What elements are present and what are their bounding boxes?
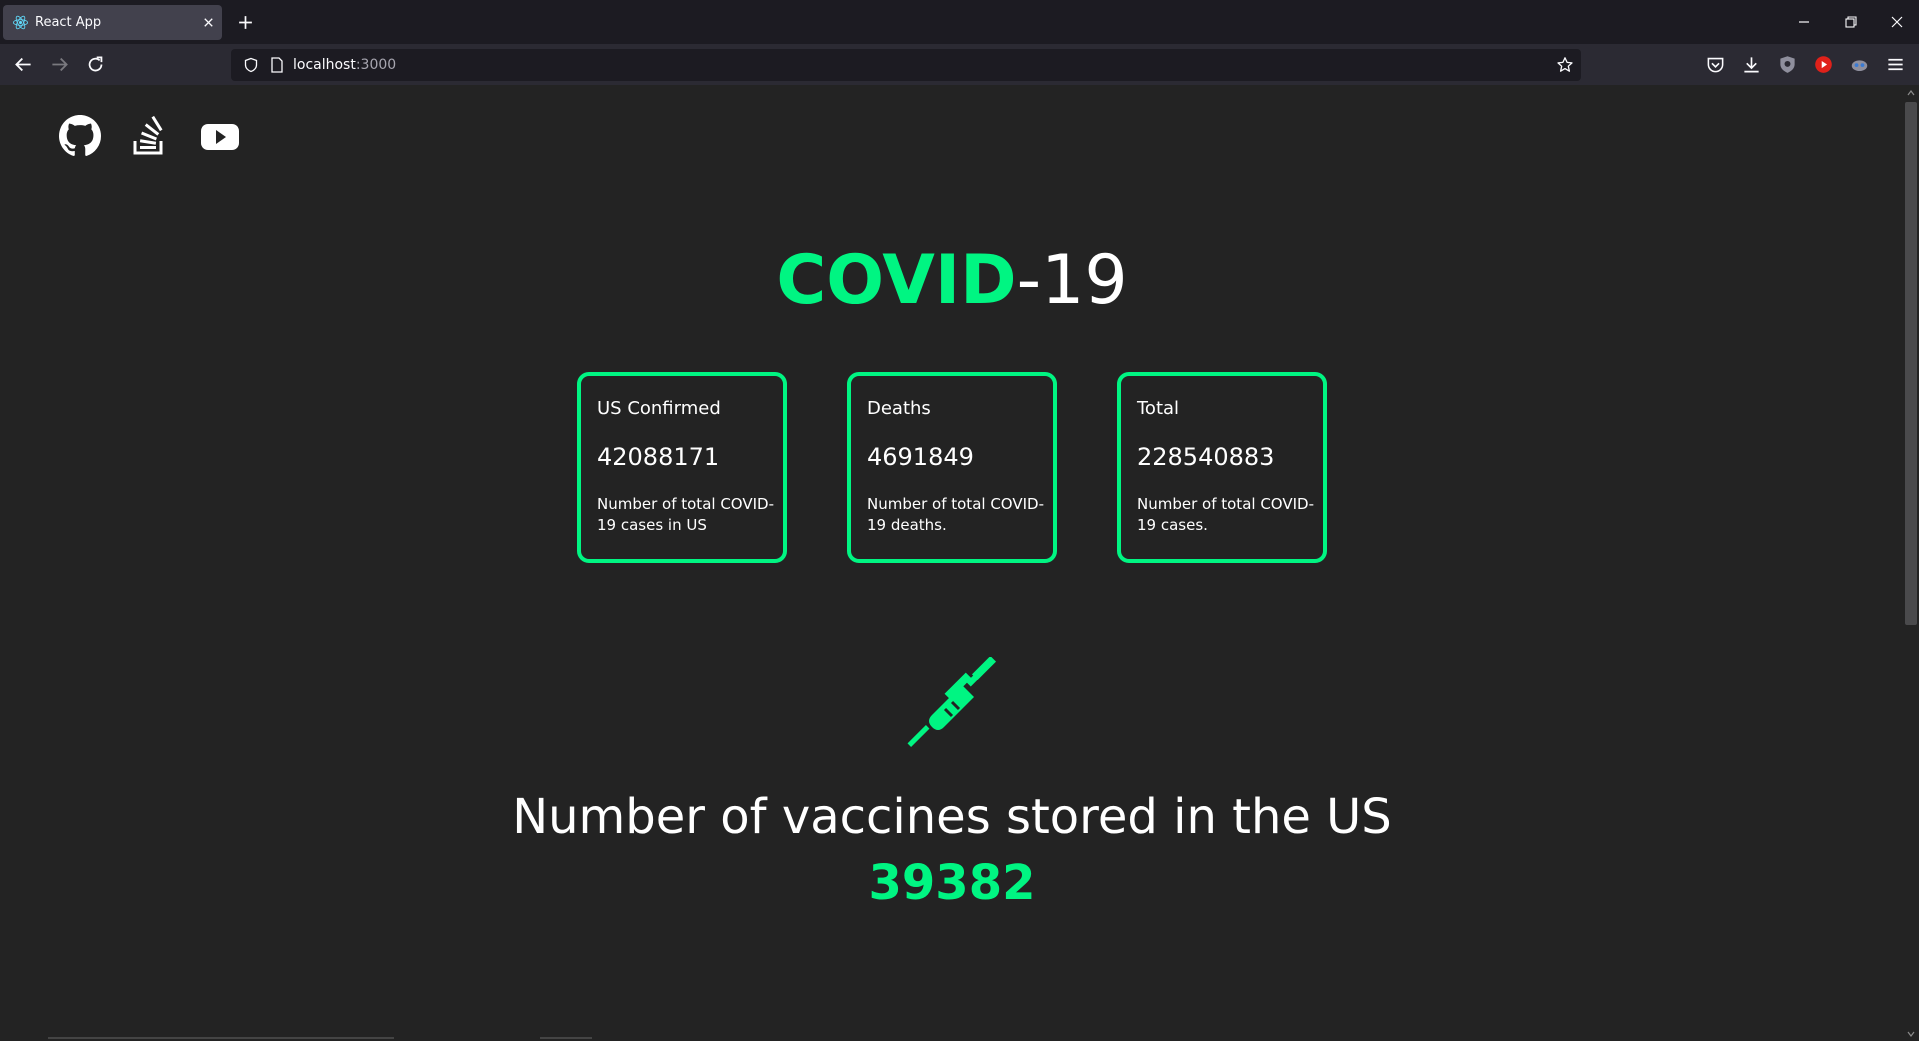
card-value: 228540883 <box>1137 443 1275 471</box>
restore-icon[interactable] <box>1843 14 1859 30</box>
youtube-link[interactable] <box>200 115 240 157</box>
card-value: 42088171 <box>597 443 720 471</box>
divider <box>540 1037 592 1039</box>
github-icon <box>59 115 101 156</box>
browser-tab[interactable]: React App <box>3 5 222 40</box>
youtube-icon <box>201 124 239 150</box>
divider <box>48 1037 394 1039</box>
card-value: 4691849 <box>867 443 974 471</box>
card-total: Total 228540883 Number of total COVID-19… <box>1117 372 1327 563</box>
stackoverflow-link[interactable] <box>132 115 166 157</box>
close-window-icon[interactable] <box>1889 14 1905 30</box>
scroll-down-arrow-icon[interactable] <box>1906 1029 1916 1039</box>
page-title: COVID-19 <box>0 241 1904 321</box>
minimize-icon[interactable] <box>1796 14 1812 30</box>
forward-icon[interactable] <box>50 55 69 74</box>
react-favicon-icon <box>12 15 29 30</box>
card-us-confirmed: US Confirmed 42088171 Number of total CO… <box>577 372 787 563</box>
bookmark-star-icon[interactable] <box>1556 56 1574 74</box>
card-label: Total <box>1137 398 1180 419</box>
card-description: Number of total COVID-19 cases. <box>1137 495 1314 534</box>
url-port: :3000 <box>355 57 397 73</box>
stackoverflow-icon <box>133 115 163 155</box>
scrollbar-thumb[interactable] <box>1905 102 1917 625</box>
close-tab-icon[interactable] <box>201 15 216 30</box>
tracking-protection-shield-icon[interactable] <box>243 57 259 73</box>
card-label: Deaths <box>867 398 931 419</box>
url-bar[interactable]: localhost:3000 <box>231 49 1581 81</box>
syringe-icon <box>907 657 997 747</box>
reload-icon[interactable] <box>86 55 105 74</box>
tab-title: React App <box>35 15 102 30</box>
privacy-extension-icon[interactable] <box>1778 55 1797 74</box>
github-link[interactable] <box>59 115 101 157</box>
youtube-extension-icon[interactable] <box>1814 55 1833 74</box>
card-deaths: Deaths 4691849 Number of total COVID-19 … <box>847 372 1057 563</box>
scroll-up-arrow-icon[interactable] <box>1906 88 1916 98</box>
downloads-icon[interactable] <box>1742 55 1761 74</box>
page-viewport: COVID-19 US Confirmed 42088171 Number of… <box>0 85 1919 1041</box>
pocket-icon[interactable] <box>1706 55 1725 74</box>
vaccine-label: Number of vaccines stored in the US <box>512 789 1392 845</box>
title-rest: -19 <box>1016 241 1128 320</box>
card-description: Number of total COVID-19 deaths. <box>867 495 1044 534</box>
page-info-icon[interactable] <box>270 57 284 73</box>
url-host: localhost <box>293 57 356 73</box>
navigation-bar: localhost:3000 <box>0 44 1919 85</box>
vaccine-count: 39382 <box>868 855 1036 911</box>
menu-icon[interactable] <box>1886 55 1905 74</box>
back-icon[interactable] <box>14 55 33 74</box>
extension-mask-icon[interactable] <box>1850 55 1869 74</box>
scrollbar[interactable] <box>1903 85 1919 1041</box>
tab-bar: React App <box>0 0 1919 44</box>
title-highlight: COVID <box>776 241 1017 320</box>
card-description: Number of total COVID-19 cases in US <box>597 495 774 534</box>
new-tab-icon[interactable] <box>237 14 254 31</box>
url-text[interactable]: localhost:3000 <box>293 49 396 81</box>
card-label: US Confirmed <box>597 398 721 419</box>
